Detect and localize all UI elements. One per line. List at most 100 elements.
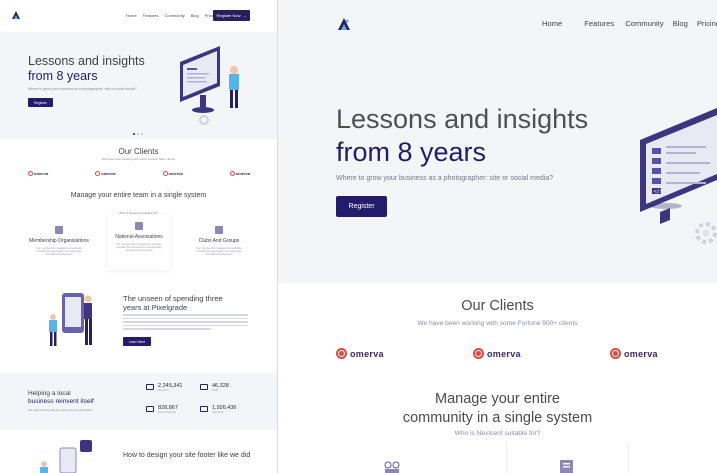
omerva-logo-icon bbox=[95, 171, 101, 176]
nav-features[interactable]: Features bbox=[584, 19, 614, 28]
card-title: Membership Organisations bbox=[29, 238, 89, 244]
clients-title: Our Clients bbox=[118, 147, 159, 156]
zoomed-view-panel: Home Features Community Blog Pricing Les… bbox=[278, 0, 717, 473]
client-logo: omerva bbox=[610, 348, 658, 359]
client-logo: omerva bbox=[473, 348, 521, 359]
card-divider bbox=[506, 443, 507, 473]
stat-item: 828,867 Event Bookings bbox=[146, 405, 178, 414]
register-now-button[interactable]: Register Now → bbox=[213, 10, 250, 21]
stats-title-line2: business reinvent itself bbox=[28, 398, 94, 405]
hero-subtitle: Where to grow your business as a photogr… bbox=[336, 175, 554, 182]
stat-item: 2,245,341 Members bbox=[146, 383, 182, 392]
carousel-dot[interactable] bbox=[141, 133, 143, 135]
manage-subtitle: Who is Nextcent suitable for? bbox=[454, 430, 541, 437]
client-logos: omerva omerva omerva omerva bbox=[28, 171, 250, 176]
manage-title: Manage your entire community in a single… bbox=[278, 390, 717, 428]
svg-text:</>: </> bbox=[654, 189, 663, 195]
client-logo: omerva bbox=[336, 348, 384, 359]
members-icon bbox=[146, 384, 154, 390]
stat-label: Clubs bbox=[212, 389, 219, 392]
audience-card[interactable]: Membership Organisations Our membership … bbox=[28, 218, 90, 274]
nav-blog[interactable]: Blog bbox=[673, 19, 688, 28]
stat-item: 1,926,436 Payments bbox=[200, 405, 236, 414]
register-now-label: Register Now bbox=[216, 13, 241, 18]
unseen-illustration bbox=[49, 293, 92, 346]
card-text: Our membership management software provi… bbox=[116, 243, 162, 253]
stats-subtitle: We reached here with our hard work and d… bbox=[28, 408, 93, 412]
omerva-logo-icon bbox=[229, 171, 235, 176]
membership-icon bbox=[55, 226, 63, 234]
omerva-logo-icon bbox=[28, 171, 33, 176]
card-text: Our membership management software provi… bbox=[196, 247, 242, 257]
omerva-logo-icon bbox=[162, 171, 168, 176]
card-divider bbox=[628, 443, 629, 473]
text-line bbox=[123, 321, 248, 323]
text-line bbox=[123, 328, 211, 330]
arrow-right-icon: → bbox=[242, 13, 247, 18]
hero-illustration: </> bbox=[640, 108, 717, 244]
learn-more-button[interactable]: Learn More bbox=[123, 337, 151, 346]
payments-icon bbox=[200, 406, 208, 412]
unseen-paragraph bbox=[123, 314, 248, 332]
unseen-title: The unseen of spending three years at Pi… bbox=[123, 294, 223, 312]
clubs-icon bbox=[200, 384, 208, 390]
client-logo: omerva bbox=[95, 171, 115, 176]
text-line bbox=[123, 314, 248, 316]
hero-title-line2: from 8 years bbox=[336, 137, 487, 167]
preview-nav-links: Home Features Community Blog Pricing bbox=[126, 13, 217, 18]
zoomed-hero: Home Features Community Blog Pricing Les… bbox=[278, 0, 717, 283]
stat-label: Members bbox=[158, 389, 169, 392]
stats-section: Helping a local business reinvent itself… bbox=[0, 373, 277, 430]
hero-title-line1: Lessons and insights bbox=[336, 104, 589, 134]
hero-illustration bbox=[180, 46, 239, 125]
audience-card[interactable]: National Associations Our membership man… bbox=[108, 214, 170, 270]
hero-subtitle: Where to grow your business as a photogr… bbox=[28, 87, 137, 91]
footer-illustration bbox=[40, 440, 92, 473]
preview-navbar: Home Features Community Blog Pricing Reg… bbox=[0, 0, 277, 32]
nav-features[interactable]: Features bbox=[143, 13, 159, 18]
clients-title: Our Clients bbox=[461, 298, 534, 314]
hero-title-line1: Lessons and insights bbox=[28, 54, 145, 68]
nav-home[interactable]: Home bbox=[126, 13, 137, 18]
nav-pricing[interactable]: Pricing bbox=[697, 19, 717, 28]
client-logo: omerva bbox=[28, 171, 48, 176]
carousel-dot[interactable] bbox=[137, 133, 139, 135]
card-title: Clubs And Groups bbox=[198, 238, 240, 244]
manage-title-text: Manage your entire community in a single… bbox=[402, 391, 593, 426]
clients-subtitle: We have been working with some Fortune 5… bbox=[102, 157, 175, 161]
clients-subtitle: We have been working with some Fortune 5… bbox=[417, 320, 578, 327]
audience-card[interactable]: Clubs And Groups Our membership manageme… bbox=[188, 218, 250, 274]
card-title: National Associations bbox=[115, 234, 163, 240]
carousel-dots[interactable] bbox=[133, 133, 143, 135]
triangle-logo-icon[interactable] bbox=[337, 17, 351, 31]
text-line bbox=[123, 324, 248, 326]
footer-section-title: How to design your site footer like we d… bbox=[123, 452, 251, 459]
card-text: Our membership management software provi… bbox=[36, 247, 82, 257]
client-logo: omerva bbox=[229, 171, 250, 176]
association-icon bbox=[135, 222, 143, 230]
nav-community[interactable]: Community bbox=[164, 13, 184, 18]
omerva-logo-icon bbox=[336, 348, 347, 359]
hero-register-button[interactable]: Register bbox=[28, 98, 53, 107]
audience-cards: Membership Organisations Our membership … bbox=[28, 214, 250, 274]
omerva-logo-icon bbox=[473, 348, 484, 359]
manage-title: Manage your entire team in a single syst… bbox=[70, 192, 207, 199]
client-logo: omerva bbox=[162, 171, 183, 176]
carousel-dot[interactable] bbox=[133, 133, 135, 135]
membership-icon bbox=[384, 461, 400, 473]
stat-label: Event Bookings bbox=[158, 411, 177, 414]
nav-home[interactable]: Home bbox=[542, 19, 562, 28]
bookings-icon bbox=[146, 406, 154, 412]
nav-blog[interactable]: Blog bbox=[191, 13, 199, 18]
omerva-logo-icon bbox=[610, 348, 621, 359]
stat-item: 46,328 Clubs bbox=[200, 383, 229, 392]
stat-label: Payments bbox=[212, 411, 224, 414]
clubs-icon bbox=[215, 226, 223, 234]
preview-hero: Lessons and insights from 8 years Where … bbox=[0, 32, 277, 139]
hero-register-button[interactable]: Register bbox=[336, 196, 387, 217]
page-preview-panel: Home Features Community Blog Pricing Reg… bbox=[0, 0, 277, 473]
hero-title-line2: from 8 years bbox=[28, 69, 98, 83]
stats-title-line1: Helping a local bbox=[28, 390, 71, 397]
triangle-logo-icon[interactable] bbox=[11, 10, 21, 20]
nav-community[interactable]: Community bbox=[625, 19, 663, 28]
